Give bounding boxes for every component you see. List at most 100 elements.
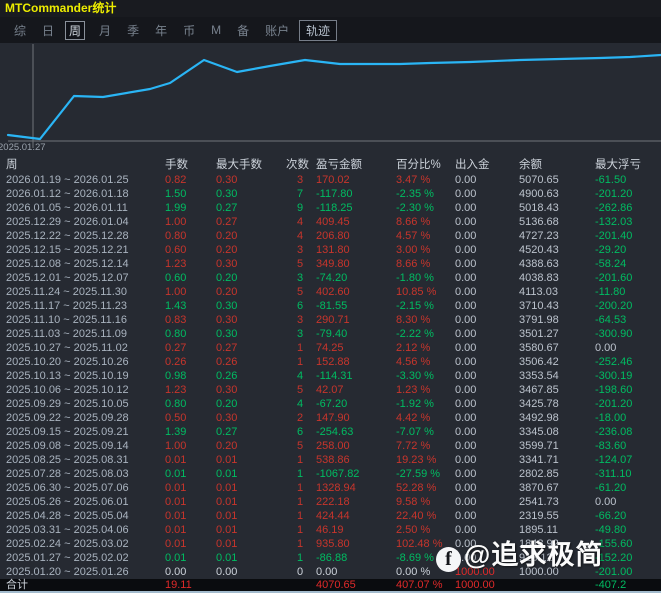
menu-item-周[interactable]: 周: [65, 21, 85, 40]
table-row[interactable]: 2025.11.10 ~ 2025.11.160.830.303290.718.…: [0, 313, 661, 327]
menu-item-综[interactable]: 综: [12, 21, 28, 40]
cell-max-float-loss: -311.10: [595, 467, 661, 481]
table-row[interactable]: 2025.12.01 ~ 2025.12.070.600.203-74.20-1…: [0, 271, 661, 285]
table-row[interactable]: 2025.09.22 ~ 2025.09.280.500.302147.904.…: [0, 411, 661, 425]
cell-deposit-withdraw: 0.00: [455, 425, 519, 439]
cell-percent: -2.35 %: [396, 187, 455, 201]
cell-count: 4: [286, 369, 316, 383]
cell-percent: 8.66 %: [396, 257, 455, 271]
table-row[interactable]: 2025.08.25 ~ 2025.08.310.010.011538.8619…: [0, 453, 661, 467]
col-header-max-float-loss[interactable]: 最大浮亏: [595, 157, 661, 173]
menu-item-轨迹[interactable]: 轨迹: [299, 20, 337, 41]
table-row[interactable]: 2025.12.22 ~ 2025.12.280.800.204206.804.…: [0, 229, 661, 243]
menu-item-备[interactable]: 备: [235, 21, 251, 40]
cell-percent: -2.30 %: [396, 201, 455, 215]
cell-deposit-withdraw: 0.00: [455, 397, 519, 411]
table-row[interactable]: 2025.11.17 ~ 2025.11.231.430.306-81.55-2…: [0, 299, 661, 313]
cell-lots: 1.23: [165, 257, 216, 271]
table-row[interactable]: 2025.09.08 ~ 2025.09.141.000.205258.007.…: [0, 439, 661, 453]
cell-lots: 0.26: [165, 355, 216, 369]
menu-item-季[interactable]: 季: [125, 21, 141, 40]
cell-max-float-loss: -236.08: [595, 425, 661, 439]
cell-balance: 2319.55: [519, 509, 595, 523]
cell-max-lots: 0.20: [216, 439, 286, 453]
col-header-percent[interactable]: 百分比%: [396, 157, 455, 173]
table-row[interactable]: 2025.10.27 ~ 2025.11.020.270.27174.252.1…: [0, 341, 661, 355]
cell-pl-amount: 402.60: [316, 285, 396, 299]
cell-percent: 102.48 %: [396, 537, 455, 551]
cell-max-lots: 0.01: [216, 453, 286, 467]
menu-item-M[interactable]: M: [209, 22, 223, 38]
equity-chart[interactable]: 2025.01.27: [0, 43, 661, 157]
table-row[interactable]: 2025.03.31 ~ 2025.04.060.010.01146.192.5…: [0, 523, 661, 537]
cell-pl-amount: 206.80: [316, 229, 396, 243]
table-row[interactable]: 2025.07.28 ~ 2025.08.030.010.011-1067.82…: [0, 467, 661, 481]
menu-item-月[interactable]: 月: [97, 21, 113, 40]
table-row[interactable]: 2026.01.05 ~ 2026.01.111.990.279-118.25-…: [0, 201, 661, 215]
cell-week: 2025.12.29 ~ 2026.01.04: [0, 215, 165, 229]
cell-percent: 10.85 %: [396, 285, 455, 299]
cell-deposit-withdraw: 1000.00: [455, 579, 519, 591]
cell-count: 3: [286, 271, 316, 285]
col-header-max-lots[interactable]: 最大手数: [216, 157, 286, 173]
cell-balance: 3492.98: [519, 411, 595, 425]
table-row[interactable]: 2025.09.15 ~ 2025.09.211.390.276-254.63-…: [0, 425, 661, 439]
cell-pl-amount: -254.63: [316, 425, 396, 439]
cell-percent: 9.58 %: [396, 495, 455, 509]
cell-pl-amount: 1328.94: [316, 481, 396, 495]
col-header-week[interactable]: 周: [0, 157, 165, 173]
col-header-deposit-withdraw[interactable]: 出入金: [455, 157, 519, 173]
table-row[interactable]: 2026.01.19 ~ 2026.01.250.820.303170.023.…: [0, 173, 661, 187]
menu-item-年[interactable]: 年: [153, 21, 169, 40]
cell-lots: 0.01: [165, 453, 216, 467]
cell-max-float-loss: -18.00: [595, 411, 661, 425]
col-header-lots[interactable]: 手数: [165, 157, 216, 173]
table-row[interactable]: 2025.10.13 ~ 2025.10.190.980.264-114.31-…: [0, 369, 661, 383]
menu-item-日[interactable]: 日: [40, 21, 56, 40]
table-row[interactable]: 2025.11.24 ~ 2025.11.301.000.205402.6010…: [0, 285, 661, 299]
cell-deposit-withdraw: 0.00: [455, 537, 519, 551]
table-row[interactable]: 2025.12.08 ~ 2025.12.141.230.305349.808.…: [0, 257, 661, 271]
col-header-count[interactable]: 次数: [286, 157, 316, 173]
cell-max-lots: 0.20: [216, 229, 286, 243]
cell-percent: 2.50 %: [396, 523, 455, 537]
cell-deposit-withdraw: 0.00: [455, 467, 519, 481]
table-row[interactable]: 2026.01.12 ~ 2026.01.181.500.307-117.80-…: [0, 187, 661, 201]
cell-count: 3: [286, 173, 316, 187]
cell-balance: 3580.67: [519, 341, 595, 355]
cell-lots: 0.60: [165, 271, 216, 285]
cell-count: 5: [286, 439, 316, 453]
table-row[interactable]: 2025.01.27 ~ 2025.02.020.010.011-86.88-8…: [0, 551, 661, 565]
cell-balance: 5070.65: [519, 173, 595, 187]
table-row[interactable]: 2025.06.30 ~ 2025.07.060.010.0111328.945…: [0, 481, 661, 495]
cell-lots: 0.82: [165, 173, 216, 187]
table-row[interactable]: 2025.10.20 ~ 2025.10.260.260.261152.884.…: [0, 355, 661, 369]
cell-pl-amount: 152.88: [316, 355, 396, 369]
table-row[interactable]: 2025.02.24 ~ 2025.03.020.010.011935.8010…: [0, 537, 661, 551]
cell-count: 6: [286, 425, 316, 439]
cell-deposit-withdraw: 0.00: [455, 201, 519, 215]
cell-max-float-loss: -201.00: [595, 565, 661, 579]
cell-week: 2025.12.15 ~ 2025.12.21: [0, 243, 165, 257]
table-row[interactable]: 2025.11.03 ~ 2025.11.090.800.303-79.40-2…: [0, 327, 661, 341]
menu-item-账户[interactable]: 账户: [263, 21, 291, 40]
table-row[interactable]: 2025.12.15 ~ 2025.12.210.600.203131.803.…: [0, 243, 661, 257]
cell-max-float-loss: -132.03: [595, 215, 661, 229]
table-row[interactable]: 2025.01.20 ~ 2025.01.260.000.0000.000.00…: [0, 565, 661, 579]
col-header-pl-amount[interactable]: 盈亏金额: [316, 157, 396, 173]
table-row[interactable]: 2025.04.28 ~ 2025.05.040.010.011424.4422…: [0, 509, 661, 523]
cell-count: 1: [286, 509, 316, 523]
cell-balance: 3341.71: [519, 453, 595, 467]
cell-deposit-withdraw: 0.00: [455, 453, 519, 467]
table-row[interactable]: 2025.10.06 ~ 2025.10.121.230.30542.071.2…: [0, 383, 661, 397]
table-row[interactable]: 2025.09.29 ~ 2025.10.050.800.204-67.20-1…: [0, 397, 661, 411]
cell-week: 2025.11.10 ~ 2025.11.16: [0, 313, 165, 327]
table-row[interactable]: 2025.05.26 ~ 2025.06.010.010.011222.189.…: [0, 495, 661, 509]
cell-balance: 3506.42: [519, 355, 595, 369]
cell-percent: 22.40 %: [396, 509, 455, 523]
cell-balance: 4520.43: [519, 243, 595, 257]
cell-balance: 1895.11: [519, 523, 595, 537]
col-header-balance[interactable]: 余额: [519, 157, 595, 173]
menu-item-币[interactable]: 币: [181, 21, 197, 40]
table-row[interactable]: 2025.12.29 ~ 2026.01.041.000.274409.458.…: [0, 215, 661, 229]
